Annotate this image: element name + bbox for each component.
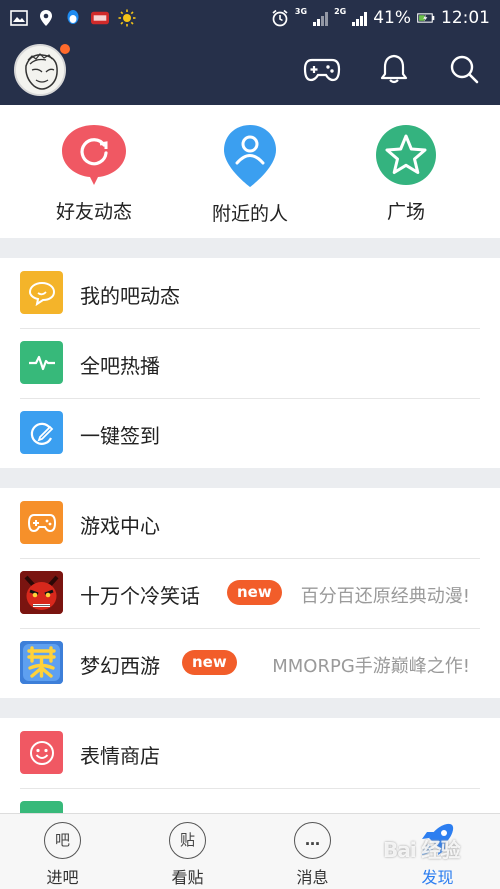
signal-2g-icon (352, 10, 368, 26)
gallery-icon (10, 9, 28, 27)
item-description: MMORPG手游巅峰之作! (272, 656, 470, 677)
battery-icon (417, 9, 435, 27)
new-badge: new (227, 580, 282, 605)
bell-icon (379, 53, 409, 89)
battery-percent: 41% (373, 7, 411, 28)
notification-dot (60, 44, 70, 54)
one-click-signin-item[interactable]: 一键签到 (0, 398, 500, 468)
pulse-icon (20, 341, 63, 384)
list-item-label: 游戏中心 (80, 514, 160, 538)
watermark: Bai 经验 (383, 838, 461, 862)
app-notification-icon (91, 9, 109, 27)
avatar[interactable] (14, 44, 66, 96)
cold-jokes-game-item[interactable]: 十万个冷笑话 new 百分百还原经典动漫! (0, 558, 500, 628)
feature-row: 好友动态 附近的人 广场 (0, 105, 500, 238)
item-description: 百分百还原经典动漫! (300, 586, 470, 607)
square-entry[interactable]: 广场 (346, 123, 466, 224)
message-icon: … (294, 822, 331, 859)
signal-3g-icon (313, 10, 329, 26)
alarm-icon (271, 9, 289, 27)
clock: 12:01 (441, 7, 490, 28)
menghuan-xiyou-item[interactable]: 梦幻西游 new MMORPG手游巅峰之作! (0, 628, 500, 698)
app-header (0, 35, 500, 105)
nearby-people-label: 附近的人 (211, 203, 288, 225)
brightness-icon (118, 9, 136, 27)
game-center-item[interactable]: 游戏中心 (0, 488, 500, 558)
list-group-1: 我的吧动态 全吧热播 一键签到 (0, 258, 500, 468)
game-avatar-icon (20, 571, 63, 614)
nav-label: 消息 (296, 868, 329, 887)
search-icon (448, 53, 480, 89)
nav-messages[interactable]: … 消息 (250, 814, 375, 889)
nav-label: 发现 (421, 868, 454, 887)
nav-enter-ba[interactable]: 吧 进吧 (0, 814, 125, 889)
gamepad-icon (303, 54, 341, 88)
network-2g-label: 2G (334, 7, 347, 16)
sticker-store-item[interactable]: 表情商店 (0, 718, 500, 788)
list-item-label: 梦幻西游 (80, 654, 160, 678)
network-3g-label: 3G (294, 7, 308, 16)
qq-icon (64, 9, 82, 27)
search-button[interactable] (445, 53, 483, 89)
list-group-2: 游戏中心 十万个冷笑话 new 百分百还原经典动漫! 梦幻西游 new MMOR… (0, 488, 500, 698)
list-item-label: 一键签到 (80, 424, 160, 448)
notifications-button[interactable] (375, 53, 413, 89)
game-logo-icon (20, 641, 63, 684)
partial-item-icon (20, 801, 63, 813)
location-icon (37, 9, 55, 27)
list-item-label: 十万个冷笑话 (80, 584, 200, 608)
partial-list-item[interactable] (0, 788, 500, 813)
list-group-3: 表情商店 (0, 718, 500, 813)
nav-view-posts[interactable]: 贴 看贴 (125, 814, 250, 889)
list-item-label: 我的吧动态 (80, 284, 180, 308)
post-icon: 贴 (169, 822, 206, 859)
nav-label: 进吧 (46, 868, 79, 887)
nav-label: 看贴 (171, 868, 204, 887)
square-label: 广场 (386, 201, 425, 223)
gamepad-icon (20, 501, 63, 544)
my-ba-feed-item[interactable]: 我的吧动态 (0, 258, 500, 328)
friends-feed-label: 好友动态 (55, 201, 132, 223)
nearby-people-entry[interactable]: 附近的人 (190, 123, 310, 226)
hot-broadcast-item[interactable]: 全吧热播 (0, 328, 500, 398)
status-bar: 3G 2G 41% 12:01 (0, 0, 500, 35)
friends-feed-entry[interactable]: 好友动态 (34, 123, 154, 224)
game-button[interactable] (303, 53, 341, 89)
new-badge: new (182, 650, 237, 675)
chat-bubble-icon (20, 271, 63, 314)
person-pin-icon (222, 125, 278, 193)
smiley-icon (20, 731, 63, 774)
refresh-bubble-icon (60, 125, 128, 191)
list-item-label: 表情商店 (80, 744, 160, 768)
sign-in-icon (20, 411, 63, 454)
list-item-label: 全吧热播 (80, 354, 160, 378)
star-icon (374, 125, 438, 191)
ba-icon: 吧 (44, 822, 81, 859)
